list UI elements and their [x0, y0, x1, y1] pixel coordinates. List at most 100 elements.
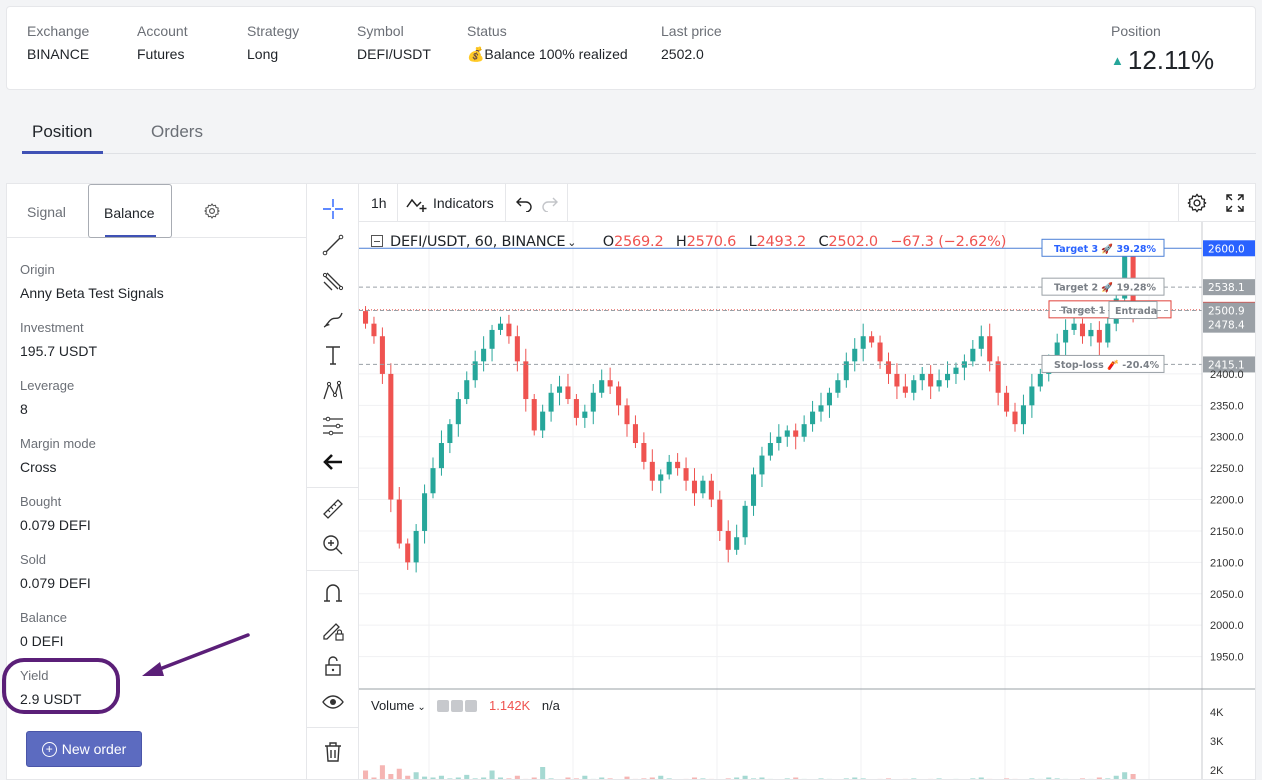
undo-icon[interactable] — [515, 184, 533, 222]
fullscreen-icon[interactable] — [1225, 184, 1245, 222]
candle-body — [970, 348, 976, 362]
toolbar-divider — [307, 570, 359, 571]
trading-chart[interactable]: 1h Indicators Target 3 🚀 39.28% 2600.0 T… — [306, 183, 1256, 780]
candle-body — [632, 424, 638, 444]
candle-body — [928, 373, 934, 387]
candle-body — [590, 392, 596, 412]
ruler-icon[interactable] — [320, 496, 346, 522]
chevron-down-icon[interactable]: ⌄ — [567, 236, 576, 249]
candle-body — [582, 411, 588, 418]
tab-balance[interactable]: Balance — [88, 184, 172, 238]
yield-highlight-circle — [2, 658, 120, 714]
gear-icon[interactable] — [451, 700, 464, 712]
candle-body — [767, 443, 773, 456]
candle-body — [810, 411, 816, 425]
settings-icon[interactable] — [437, 700, 450, 712]
volume-bar — [363, 770, 369, 779]
candle-body — [649, 461, 655, 481]
candle-body — [557, 386, 563, 393]
settings-gear-icon[interactable] — [203, 202, 221, 220]
trend-line-icon[interactable] — [320, 232, 346, 258]
volume-tick-label: 3K — [1210, 736, 1224, 748]
drawing-toolbar — [307, 184, 359, 779]
interval-button[interactable]: 1h — [371, 184, 387, 222]
chart-symbol[interactable]: DEFI/USDT, 60, BINANCE — [390, 234, 565, 250]
candle-body — [953, 367, 959, 374]
candle-body — [826, 392, 832, 406]
unlock-icon[interactable] — [320, 653, 346, 679]
candle-body — [565, 386, 571, 400]
position-field: Position ▲ 12.11% — [1111, 23, 1215, 75]
volume-bar — [413, 772, 419, 779]
toolbar-divider — [307, 487, 359, 488]
crosshair-icon[interactable] — [320, 196, 346, 222]
candle-body — [531, 399, 537, 431]
volume-bar — [405, 775, 411, 779]
candle-body — [363, 311, 369, 324]
bought-field: Bought 0.079 DEFI — [20, 494, 91, 533]
brush-icon[interactable] — [320, 306, 346, 332]
pattern-icon[interactable] — [320, 378, 346, 404]
prediction-icon[interactable] — [320, 413, 346, 439]
chart-settings-gear-icon[interactable] — [1186, 184, 1208, 222]
indicators-button[interactable]: Indicators — [405, 184, 494, 222]
candle-body — [902, 386, 908, 393]
zoom-in-icon[interactable] — [320, 532, 346, 558]
candle-body — [1088, 329, 1094, 337]
annotation-arrow — [142, 633, 250, 676]
candle-body — [422, 493, 428, 531]
volume-bar — [464, 774, 470, 779]
tab-orders[interactable]: Orders — [151, 122, 203, 142]
eye-icon[interactable] — [320, 689, 346, 715]
tab-signal[interactable]: Signal — [27, 204, 66, 220]
panel-tabs: Signal Balance — [7, 184, 307, 238]
tab-position[interactable]: Position — [32, 122, 92, 142]
candle-body — [481, 348, 487, 362]
candle-body — [742, 505, 748, 538]
candle-body — [1063, 329, 1069, 343]
candle-body — [919, 373, 925, 381]
volume-bar — [1130, 774, 1136, 779]
candle-body — [438, 443, 444, 469]
collapse-icon[interactable] — [371, 235, 383, 247]
candle-body — [869, 336, 875, 343]
price-tick-label: 2350.0 — [1210, 400, 1244, 412]
volume-bar — [582, 775, 588, 779]
volume-bar — [1122, 772, 1128, 779]
volume-bar — [658, 775, 664, 779]
candle-body — [691, 480, 698, 494]
plus-circle-icon: + — [41, 741, 57, 757]
account-field: Account Futures — [137, 23, 188, 62]
position-summary-card: Exchange BINANCE Account Futures Strateg… — [6, 6, 1256, 90]
candle-body — [624, 405, 630, 425]
close-icon[interactable] — [465, 700, 478, 712]
margin-mode-field: Margin mode Cross — [20, 436, 96, 475]
volume-bar — [540, 767, 546, 779]
arrow-left-icon[interactable] — [320, 449, 346, 475]
volume-bar — [514, 775, 520, 779]
origin-field: Origin Anny Beta Test Signals — [20, 262, 164, 301]
candle-body — [540, 411, 546, 431]
candle-body — [1037, 373, 1043, 387]
candle-body — [1071, 323, 1077, 330]
redo-icon[interactable] — [541, 184, 559, 222]
pitchfork-icon[interactable] — [320, 269, 346, 295]
candle-body — [793, 430, 799, 437]
price-tag-label: 2478.4 — [1208, 320, 1245, 332]
text-tool-icon[interactable] — [320, 342, 346, 368]
candle-body — [835, 380, 841, 393]
magnet-icon[interactable] — [320, 580, 346, 606]
candle-body — [447, 424, 453, 444]
candle-body — [489, 329, 495, 349]
candlestick-chart[interactable]: Target 3 🚀 39.28% 2600.0 Target 2 🚀 19.28%… — [359, 222, 1256, 780]
trash-icon[interactable] — [320, 739, 346, 765]
chevron-down-icon[interactable]: ⌄ — [417, 702, 425, 713]
candle-body — [717, 499, 723, 531]
new-order-button[interactable]: + New order — [26, 731, 142, 767]
volume-bar — [388, 774, 394, 779]
position-percent: 12.11% — [1127, 45, 1215, 75]
last-price-field: Last price 2502.0 — [661, 23, 722, 62]
lock-drawing-icon[interactable] — [320, 617, 346, 643]
price-tick-label: 2150.0 — [1210, 526, 1244, 538]
candle-body — [818, 405, 824, 412]
